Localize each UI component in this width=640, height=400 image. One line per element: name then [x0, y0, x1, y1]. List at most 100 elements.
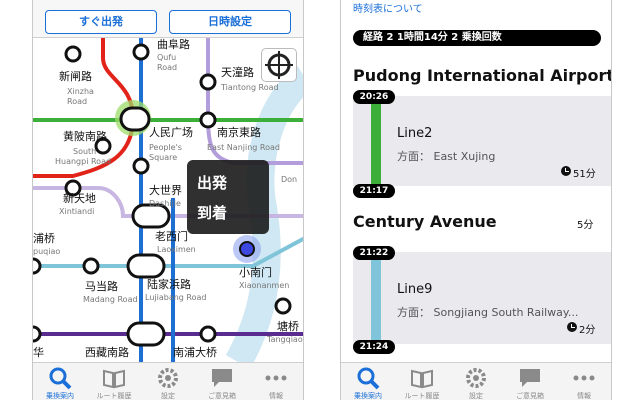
gear-icon [466, 368, 486, 388]
label-nanjing-east-en: East Nanjing Road [207, 143, 280, 152]
station-tangqiao[interactable] [274, 297, 292, 315]
station-nanjing-east[interactable] [199, 111, 217, 129]
tab-info[interactable]: 情報 [557, 363, 611, 400]
route-summary-bar: 経路 2 1時間14分 2 乗換回数 [353, 30, 601, 46]
station-lujiabang-road[interactable] [126, 253, 166, 279]
tab-label: ルート履歴 [404, 392, 440, 400]
label-lujiabang-road-en: Lujiabang Road [145, 293, 206, 302]
station-left-edge[interactable] [33, 325, 42, 343]
leg2-direction: 方面： Songjiang South Railway... [397, 306, 579, 319]
leg1-line-name: Line2 [397, 126, 433, 141]
station-xinzha-road[interactable] [64, 45, 82, 63]
line2-color-bar [371, 102, 381, 186]
tab-label: 乗換案内 [46, 392, 74, 400]
tab-label: ご意見箱 [208, 392, 236, 400]
leg1-arrive-time: 21:17 [353, 184, 395, 198]
station-qufu-road[interactable] [132, 43, 150, 61]
label-laoximen-en: Laoximen [157, 245, 196, 254]
tab-settings[interactable]: 設定 [141, 363, 195, 400]
label-huangpi-road-en1: South [73, 147, 96, 156]
station-origin: Pudong International Airport [353, 66, 612, 85]
label-huangpi-road-en2: Huangpi Road [55, 157, 111, 166]
more-icon [573, 375, 595, 381]
label-peoples-square-en1: People's [149, 143, 182, 152]
tab-route-search[interactable]: 乗換案内 [33, 363, 87, 400]
more-icon [265, 375, 287, 381]
tab-label: 設定 [469, 392, 483, 400]
leg2-arrive-time: 21:24 [353, 340, 395, 354]
search-icon [49, 367, 72, 390]
line9-color-bar [371, 258, 381, 344]
tab-label: 設定 [161, 392, 175, 400]
tab-feedback[interactable]: ご意見箱 [503, 363, 557, 400]
leg1-direction: 方面： East Xujing [397, 150, 496, 163]
leg1-duration: 51分 [573, 169, 596, 180]
tab-label: 乗換案内 [354, 392, 382, 400]
tab-history[interactable]: ルート履歴 [395, 363, 449, 400]
label-tiantong-road-en: Tiantong Road [220, 83, 279, 92]
set-arrival-option[interactable]: 到着 [197, 198, 269, 228]
leg2-duration: 2分 [579, 325, 596, 336]
label-tangqiao-en: Tangqiao [266, 335, 303, 344]
tab-label: ルート履歴 [96, 392, 132, 400]
leg1-card[interactable]: Line2 方面： East Xujing 51分 [353, 96, 611, 186]
label-xintiandi-en: Xintiandi [59, 207, 94, 216]
clock-icon [567, 322, 577, 332]
station-puqiao[interactable] [33, 257, 42, 275]
time-settings-button[interactable]: 日時設定 [169, 10, 291, 34]
label-qufu-road: 曲阜路 [157, 38, 190, 51]
label-xintiandi: 新天地 [63, 191, 96, 205]
map-screen: すぐ出発 日時設定 曲阜路 Qufu Road 新闸路 Xinzha Road … [32, 0, 304, 400]
station-tiantong-road[interactable] [199, 73, 217, 91]
station-xiaonanmen[interactable] [239, 241, 255, 257]
leg2-depart-time: 21:22 [353, 246, 395, 260]
set-departure-option[interactable]: 出発 [197, 168, 269, 198]
tab-bar: 乗換案内 ルート履歴 設定 ご意見箱 情報 [341, 362, 611, 400]
label-madang-road-en: Madang Road [83, 295, 138, 304]
timetable-info-link[interactable]: 時刻表について [353, 0, 423, 15]
label-dashijie-en: Dashijie [149, 199, 181, 208]
transfer-time: 5分 [577, 220, 594, 231]
station-nanpu-bridge[interactable] [199, 325, 217, 343]
station-dashijie[interactable] [132, 157, 150, 175]
label-xiaonanmen: 小南门 [239, 265, 272, 279]
tab-history[interactable]: ルート履歴 [87, 363, 141, 400]
label-xinzha-road: 新闸路 [59, 69, 92, 83]
map-toolbar: すぐ出発 日時設定 [33, 0, 303, 38]
tab-label: 情報 [577, 392, 591, 400]
gear-icon [158, 368, 178, 388]
label-puqiao: 浦桥 [33, 232, 55, 245]
station-peoples-square[interactable] [119, 106, 151, 132]
label-huangpi-road: 黄陂南路 [63, 129, 107, 143]
label-nanpu-bridge: 南浦大桥 [173, 345, 217, 359]
station-popup: 出発 到着 [187, 160, 269, 234]
chat-icon [520, 369, 540, 387]
tab-bar: 乗換案内 ルート履歴 設定 ご意見箱 情報 [33, 362, 303, 400]
label-peoples-square-en2: Square [149, 153, 177, 162]
leg1-depart-time: 20:26 [353, 90, 395, 104]
leg2-card[interactable]: Line9 方面： Songjiang South Railway... 2分 [353, 252, 611, 344]
tab-route-search[interactable]: 乗換案内 [341, 363, 395, 400]
tab-settings[interactable]: 設定 [449, 363, 503, 400]
label-lujiabang-road: 陆家浜路 [147, 277, 191, 291]
label-xinzha-road-en2: Road [67, 97, 87, 106]
label-peoples-square: 人民广场 [149, 125, 193, 139]
tab-info[interactable]: 情報 [249, 363, 303, 400]
book-icon [103, 369, 125, 389]
label-nanjing-east: 南京東路 [217, 125, 261, 139]
label-puqiao-en: puqiao [33, 247, 60, 256]
label-qufu-road-en2: Road [157, 63, 177, 72]
route-detail-screen: 時刻表について 経路 2 1時間14分 2 乗換回数 Pudong Intern… [340, 0, 612, 400]
tab-label: 情報 [269, 392, 283, 400]
search-icon [357, 367, 380, 390]
station-madang-road[interactable] [82, 257, 100, 275]
label-madang-road: 马当路 [85, 279, 118, 293]
station-xizang-road[interactable] [126, 321, 166, 347]
depart-now-button[interactable]: すぐ出発 [45, 10, 157, 34]
locate-button[interactable] [261, 48, 297, 82]
tab-label: ご意見箱 [516, 392, 544, 400]
station-transfer: Century Avenue [353, 212, 497, 231]
label-dashijie: 大世界 [149, 183, 182, 197]
station-laoximen[interactable] [131, 203, 171, 229]
tab-feedback[interactable]: ご意見箱 [195, 363, 249, 400]
